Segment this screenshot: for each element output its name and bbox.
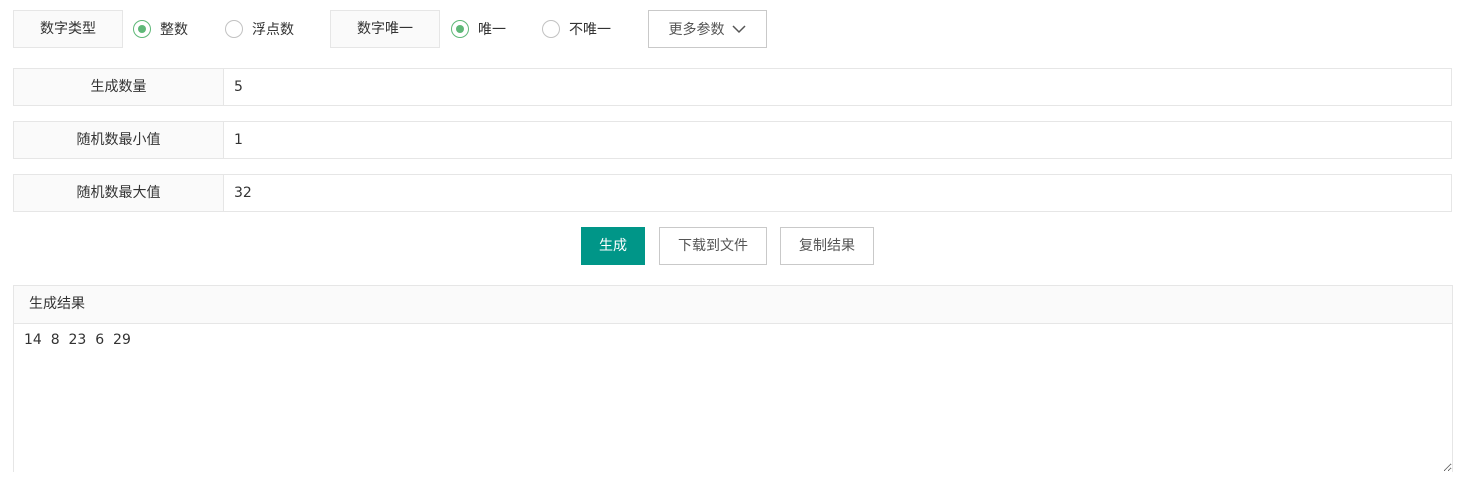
max-input[interactable] [224, 175, 1451, 211]
copy-result-button[interactable]: 复制结果 [780, 227, 874, 265]
radio-checked-icon[interactable] [451, 20, 469, 38]
more-params-label: 更多参数 [668, 22, 725, 38]
result-textarea[interactable]: 14 8 23 6 29 [14, 324, 1452, 472]
radio-unchecked-icon[interactable] [225, 20, 243, 38]
min-label: 随机数最小值 [14, 122, 224, 158]
radio-checked-icon[interactable] [133, 20, 151, 38]
download-button[interactable]: 下载到文件 [659, 227, 767, 265]
unique-label: 数字唯一 [330, 10, 440, 48]
max-row: 随机数最大值 [13, 174, 1452, 212]
chevron-down-icon [731, 25, 746, 34]
min-row: 随机数最小值 [13, 121, 1452, 159]
max-label: 随机数最大值 [14, 175, 224, 211]
radio-float-label: 浮点数 [252, 22, 294, 38]
radio-float[interactable]: 浮点数 [225, 10, 294, 48]
result-panel: 生成结果 14 8 23 6 29 [13, 285, 1453, 472]
radio-not-unique[interactable]: 不唯一 [542, 10, 611, 48]
radio-integer[interactable]: 整数 [133, 10, 188, 48]
number-type-label: 数字类型 [13, 10, 123, 48]
count-label: 生成数量 [14, 69, 224, 105]
more-params-button[interactable]: 更多参数 [648, 10, 767, 48]
radio-integer-label: 整数 [160, 22, 188, 38]
radio-unchecked-icon[interactable] [542, 20, 560, 38]
count-input[interactable] [224, 69, 1451, 105]
radio-not-unique-label: 不唯一 [569, 22, 611, 38]
result-title: 生成结果 [14, 286, 1452, 324]
radio-unique[interactable]: 唯一 [451, 10, 506, 48]
count-row: 生成数量 [13, 68, 1452, 106]
min-input[interactable] [224, 122, 1451, 158]
generate-button[interactable]: 生成 [581, 227, 645, 265]
radio-unique-label: 唯一 [478, 22, 506, 38]
